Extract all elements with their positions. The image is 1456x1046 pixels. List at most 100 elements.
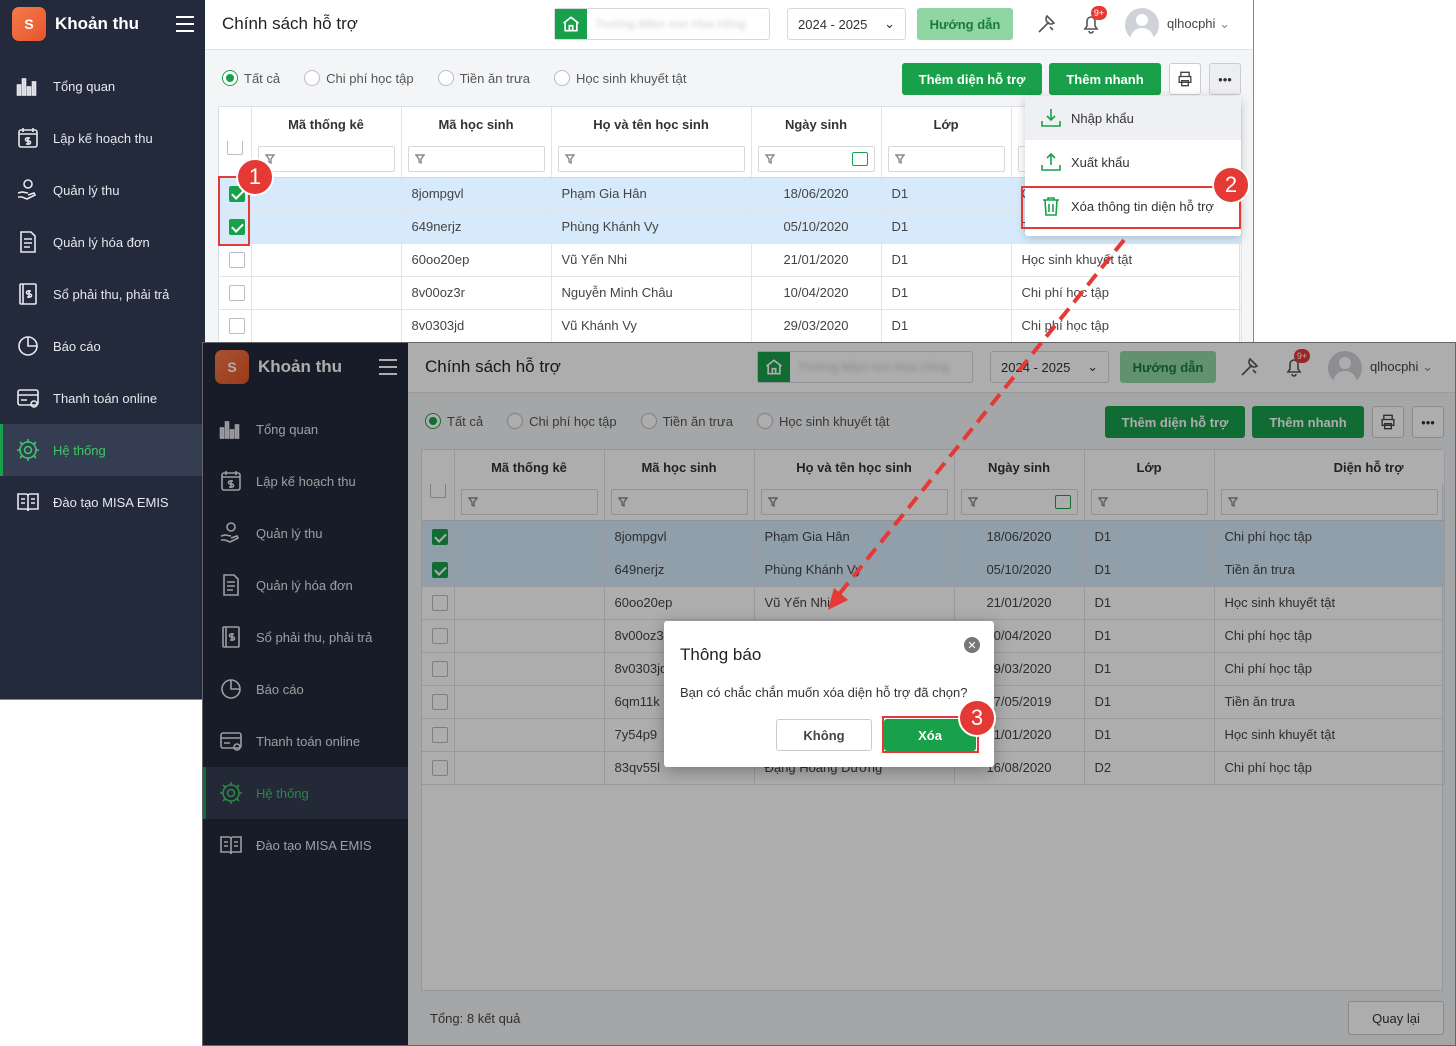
student-code-cell: 649nerjz: [401, 210, 552, 244]
column-filter-input[interactable]: [257, 145, 395, 172]
sidebar-item-label: Báo cáo: [53, 338, 101, 354]
dob-cell: 05/10/2020: [751, 210, 882, 244]
highlight-delete-item: [1021, 186, 1241, 229]
print-button[interactable]: [1169, 63, 1201, 95]
close-icon[interactable]: ✕: [964, 637, 980, 653]
sidebar-item-8[interactable]: Đào tạo MISA EMIS: [0, 476, 205, 528]
app-name: Khoản thu: [55, 14, 140, 33]
select-all-checkbox[interactable]: [226, 141, 243, 155]
screenshot-step-2: S Khoản thu Tổng quan Lập kế hoạch thu Quả…: [202, 342, 1456, 1046]
student-code-cell: 8jompgvl: [401, 177, 552, 211]
table-row[interactable]: 8v0303jdVũ Khánh Vy29/03/2020D1Chi phí h…: [219, 309, 1242, 343]
radio-button[interactable]: [304, 70, 321, 86]
filter-radio-2[interactable]: Tiền ăn trưa: [437, 70, 530, 86]
student-code-cell: 8v0303jd: [401, 309, 552, 343]
sidebar-item-2[interactable]: Quản lý thu: [0, 164, 205, 216]
step-badge-3: 3: [958, 699, 996, 737]
filter-cell: [401, 141, 552, 178]
table-row[interactable]: 8v00oz3rNguyễn Minh Châu10/04/2020D1Chi …: [219, 276, 1242, 310]
column-header[interactable]: Mã thống kê: [251, 107, 402, 141]
avatar[interactable]: [1125, 8, 1159, 42]
dialog-message: Bạn có chắc chắn muốn xóa diện hỗ trợ đã…: [680, 685, 968, 700]
class-cell: D1: [881, 210, 1012, 244]
add-support-type-button[interactable]: Thêm diện hỗ trợ: [902, 63, 1042, 95]
student-code-cell: 60oo20ep: [401, 243, 552, 277]
hamburger-menu-icon[interactable]: [176, 16, 194, 32]
class-cell: D1: [881, 177, 1012, 211]
sidebar-item-3[interactable]: Quản lý hóa đơn: [0, 216, 205, 268]
column-header[interactable]: Họ và tên học sinh: [551, 107, 752, 141]
student-name-cell: Vũ Khánh Vy: [551, 309, 752, 343]
dob-cell: 21/01/2020: [751, 243, 882, 277]
radio-button[interactable]: [222, 70, 238, 86]
sidebar-item-label: Thanh toán online: [53, 390, 158, 406]
sidebar-item-1[interactable]: Lập kế hoạch thu: [0, 112, 205, 164]
filter-cell: [881, 141, 1012, 178]
filter-radio-1[interactable]: Chi phí học tập: [304, 70, 414, 86]
table-row[interactable]: 60oo20ep Vũ Yến Nhi 21/01/2020 D1 Học sinh k…: [219, 243, 1242, 277]
radio-button[interactable]: [553, 70, 570, 86]
menu-item-export[interactable]: Xuất khẩu: [1025, 140, 1241, 184]
filter-radio-3[interactable]: Học sinh khuyết tật: [553, 70, 687, 86]
filter-cell: [751, 141, 882, 178]
support-type-cell: Chi phí học tập: [1011, 309, 1242, 343]
username-text: qlhocphi: [1167, 16, 1216, 31]
quick-add-button[interactable]: Thêm nhanh: [1049, 63, 1161, 95]
stat-code-cell: [251, 309, 402, 343]
pie-icon: [15, 333, 41, 359]
school-home-icon: [555, 9, 587, 39]
sidebar-item-4[interactable]: Sổ phải thu, phải trả: [0, 268, 205, 320]
header-checkbox-cell: [219, 107, 252, 141]
notification-badge: 9+: [1091, 6, 1107, 20]
dob-cell: 10/04/2020: [751, 276, 882, 310]
column-filter-input[interactable]: [557, 145, 745, 172]
chevron-down-icon: ⌄: [1219, 16, 1230, 31]
cancel-button[interactable]: Không: [776, 719, 872, 751]
row-checkbox[interactable]: [229, 251, 245, 268]
student-name-cell: Phạm Gia Hân: [551, 177, 752, 211]
sidebar-item-0[interactable]: Tổng quan: [0, 60, 205, 112]
radio-label: Tất cả: [244, 70, 281, 86]
dialog-title: Thông báo: [680, 645, 762, 664]
column-filter-input[interactable]: [757, 145, 875, 172]
filter-radio-0[interactable]: Tất cả: [222, 70, 280, 86]
sidebar-item-6[interactable]: Thanh toán online: [0, 372, 205, 424]
sidebar: S Khoản thu Tổng quan Lập kế hoạch thu Quả…: [0, 0, 205, 699]
column-filter-input[interactable]: [887, 145, 1005, 172]
username[interactable]: qlhocphi ⌄: [1167, 16, 1230, 32]
brand: S Khoản thu: [12, 7, 194, 41]
column-filter-input[interactable]: [407, 145, 545, 172]
row-checkbox-cell: [219, 243, 252, 277]
step-badge-2: 2: [1212, 166, 1250, 204]
year-value: 2024 - 2025: [798, 16, 868, 32]
row-checkbox-cell: [219, 276, 252, 310]
column-header[interactable]: Mã học sinh: [401, 107, 552, 141]
sidebar-item-5[interactable]: Báo cáo: [0, 320, 205, 372]
menu-item-import[interactable]: Nhập khẩu: [1025, 96, 1241, 140]
sidebar-item-label: Đào tạo MISA EMIS: [53, 494, 169, 510]
sidebar-item-label: Sổ phải thu, phải trả: [53, 286, 170, 302]
row-checkbox[interactable]: [229, 284, 245, 301]
year-select[interactable]: 2024 - 2025 ⌄: [787, 8, 906, 40]
filter-icon: [894, 154, 905, 164]
row-checkbox[interactable]: [229, 317, 245, 334]
student-name-cell: Nguyễn Minh Châu: [551, 276, 752, 310]
ledger-icon: [15, 281, 41, 307]
calendar-icon[interactable]: [851, 151, 868, 166]
class-cell: D1: [881, 309, 1012, 343]
filter-cell: [251, 141, 402, 178]
sidebar-item-7[interactable]: Hệ thống: [0, 424, 205, 476]
school-selector[interactable]: Trường Mầm non Hoa Hồng: [554, 8, 770, 40]
radio-button[interactable]: [437, 70, 454, 86]
column-header[interactable]: Lớp: [881, 107, 1012, 141]
filter-radios: Tất cả Chi phí học tập Tiền ăn trưa Học sin…: [222, 66, 711, 90]
step-badge-1: 1: [236, 158, 274, 196]
column-header[interactable]: Ngày sinh: [751, 107, 882, 141]
sidebar-item-label: Quản lý thu: [53, 182, 120, 198]
guide-button[interactable]: Hướng dẫn: [917, 8, 1013, 40]
dob-cell: 18/06/2020: [751, 177, 882, 211]
support-type-cell: Học sinh khuyết tật: [1011, 243, 1242, 277]
tools-icon[interactable]: [1033, 10, 1061, 38]
hand-coin-icon: [15, 177, 41, 203]
more-actions-button[interactable]: •••: [1209, 63, 1241, 95]
